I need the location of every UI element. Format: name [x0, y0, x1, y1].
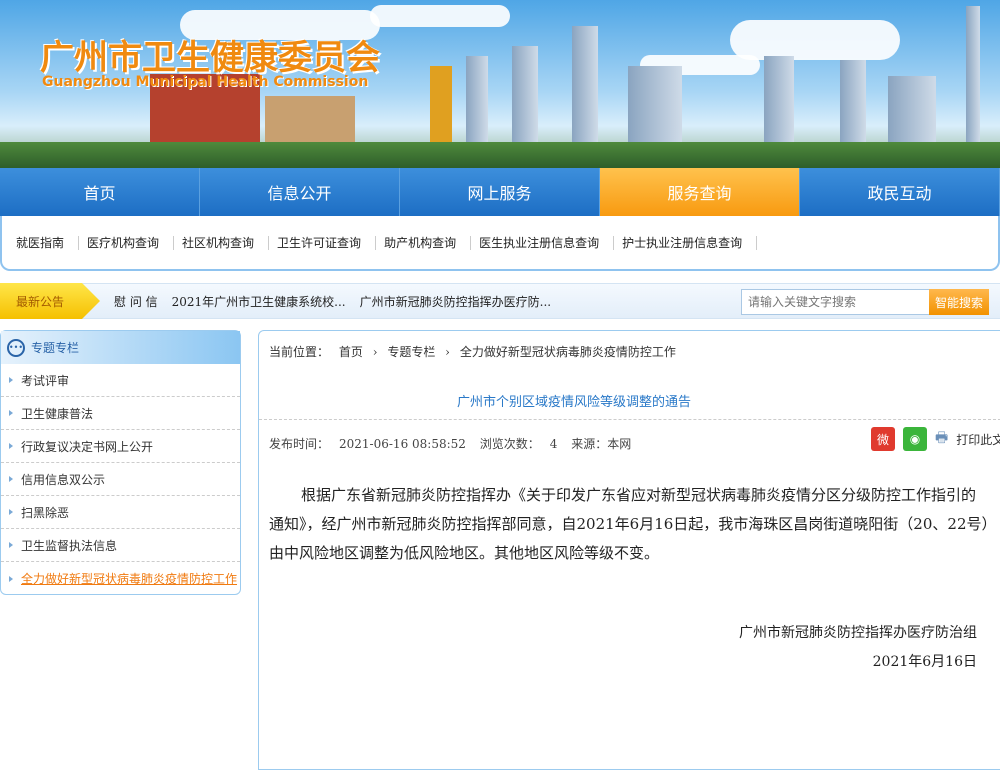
article-body: 根据广东省新冠肺炎防控指挥办《关于印发广东省应对新型冠状病毒肺炎疫情分区分级防控…	[269, 486, 989, 562]
site-logo-title[interactable]: 广州市卫生健康委员会	[40, 30, 380, 79]
subnav-item[interactable]: 护士执业注册信息查询	[614, 235, 758, 250]
breadcrumb-separator: ›	[372, 345, 378, 359]
breadcrumb-separator: ›	[445, 345, 450, 359]
weibo-icon[interactable]: 微	[871, 427, 895, 451]
subnav-item[interactable]: 助产机构查询	[376, 235, 472, 250]
source: 来源：本网	[571, 437, 632, 451]
article-title: 广州市个别区域疫情风险等级调整的通告	[456, 395, 691, 410]
site-logo-subtitle: Guangzhou Municipal Health Commission	[42, 74, 369, 90]
sidebar-item-active[interactable]: 全力做好新型冠状病毒肺炎疫情防控工作	[1, 562, 240, 595]
signer: 广州市新冠肺炎防控指挥办医疗防治组	[739, 625, 977, 641]
sidebar-item[interactable]: 考试评审	[1, 364, 240, 397]
notice-link[interactable]: 广州市新冠肺炎防控指挥办医疗防...	[360, 293, 551, 310]
sidebar-item[interactable]: 信用信息双公示	[1, 463, 240, 496]
article-signature: 广州市新冠肺炎防控指挥办医疗防治组 2021年6月16日	[739, 619, 977, 677]
header-banner: 广州市卫生健康委员会 Guangzhou Municipal Health Co…	[0, 0, 1000, 168]
subnav-item[interactable]: 社区机构查询	[174, 235, 270, 250]
breadcrumb: 当前位置： 首页 › 专题专栏 › 全力做好新型冠状病毒肺炎疫情防控工作	[269, 343, 682, 360]
subnav-item[interactable]: 医疗机构查询	[79, 235, 175, 250]
sidebar-header: ••• 专题专栏	[1, 331, 240, 364]
notice-bar: 最新公告 慰 问 信 2021年广州市卫生健康系统校... 广州市新冠肺炎防控指…	[0, 283, 1000, 319]
wechat-icon[interactable]: ◉	[903, 427, 927, 451]
nav-service-query[interactable]: 服务查询	[600, 168, 800, 216]
breadcrumb-topic[interactable]: 专题专栏	[387, 345, 435, 359]
breadcrumb-label: 当前位置：	[269, 345, 330, 359]
nav-online-service[interactable]: 网上服务	[400, 168, 600, 216]
share-tools: 微 ◉ 🖶 打印此文	[871, 427, 1000, 451]
sidebar-item[interactable]: 行政复议决定书网上公开	[1, 430, 240, 463]
sidebar-item[interactable]: 扫黑除恶	[1, 496, 240, 529]
subnav-item[interactable]: 就医指南	[8, 235, 80, 250]
article-panel: 当前位置： 首页 › 专题专栏 › 全力做好新型冠状病毒肺炎疫情防控工作 广州市…	[258, 330, 1000, 770]
breadcrumb-home[interactable]: 首页	[339, 345, 363, 359]
views-count: 4	[549, 437, 558, 451]
subnav-item[interactable]: 卫生许可证查询	[269, 235, 377, 250]
sidebar-item[interactable]: 卫生健康普法	[1, 397, 240, 430]
chat-bubble-icon: •••	[7, 338, 25, 357]
publish-label: 发布时间：	[269, 437, 330, 451]
nav-home[interactable]: 首页	[0, 168, 200, 216]
views-label: 浏览次数：	[479, 437, 540, 451]
sidebar-title: 专题专栏	[31, 341, 80, 355]
nav-interaction[interactable]: 政民互动	[800, 168, 1000, 216]
sidebar-item[interactable]: 卫生监督执法信息	[1, 529, 240, 562]
nav-info-public[interactable]: 信息公开	[200, 168, 400, 216]
divider	[259, 419, 1000, 420]
notice-link[interactable]: 2021年广州市卫生健康系统校...	[172, 293, 346, 310]
search-input[interactable]	[741, 289, 931, 315]
notice-link[interactable]: 慰 问 信	[114, 293, 158, 310]
sub-nav: 就医指南 医疗机构查询 社区机构查询 卫生许可证查询 助产机构查询 医生执业注册…	[0, 216, 1000, 271]
sign-date: 2021年6月16日	[872, 654, 977, 670]
sidebar: ••• 专题专栏 考试评审 卫生健康普法 行政复议决定书网上公开 信用信息双公示…	[0, 330, 241, 595]
subnav-item[interactable]: 医生执业注册信息查询	[471, 235, 615, 250]
print-link[interactable]: 打印此文	[956, 431, 1000, 448]
publish-time: 2021-06-16 08:58:52	[339, 437, 466, 451]
search-button[interactable]: 智能搜索	[929, 289, 989, 315]
notice-label: 最新公告	[0, 283, 100, 319]
main-nav: 首页 信息公开 网上服务 服务查询 政民互动	[0, 168, 1000, 216]
article-meta: 发布时间： 2021-06-16 08:58:52 浏览次数： 4 来源：本网	[269, 435, 641, 452]
printer-icon[interactable]: 🖶	[935, 427, 948, 451]
breadcrumb-current[interactable]: 全力做好新型冠状病毒肺炎疫情防控工作	[460, 345, 676, 359]
